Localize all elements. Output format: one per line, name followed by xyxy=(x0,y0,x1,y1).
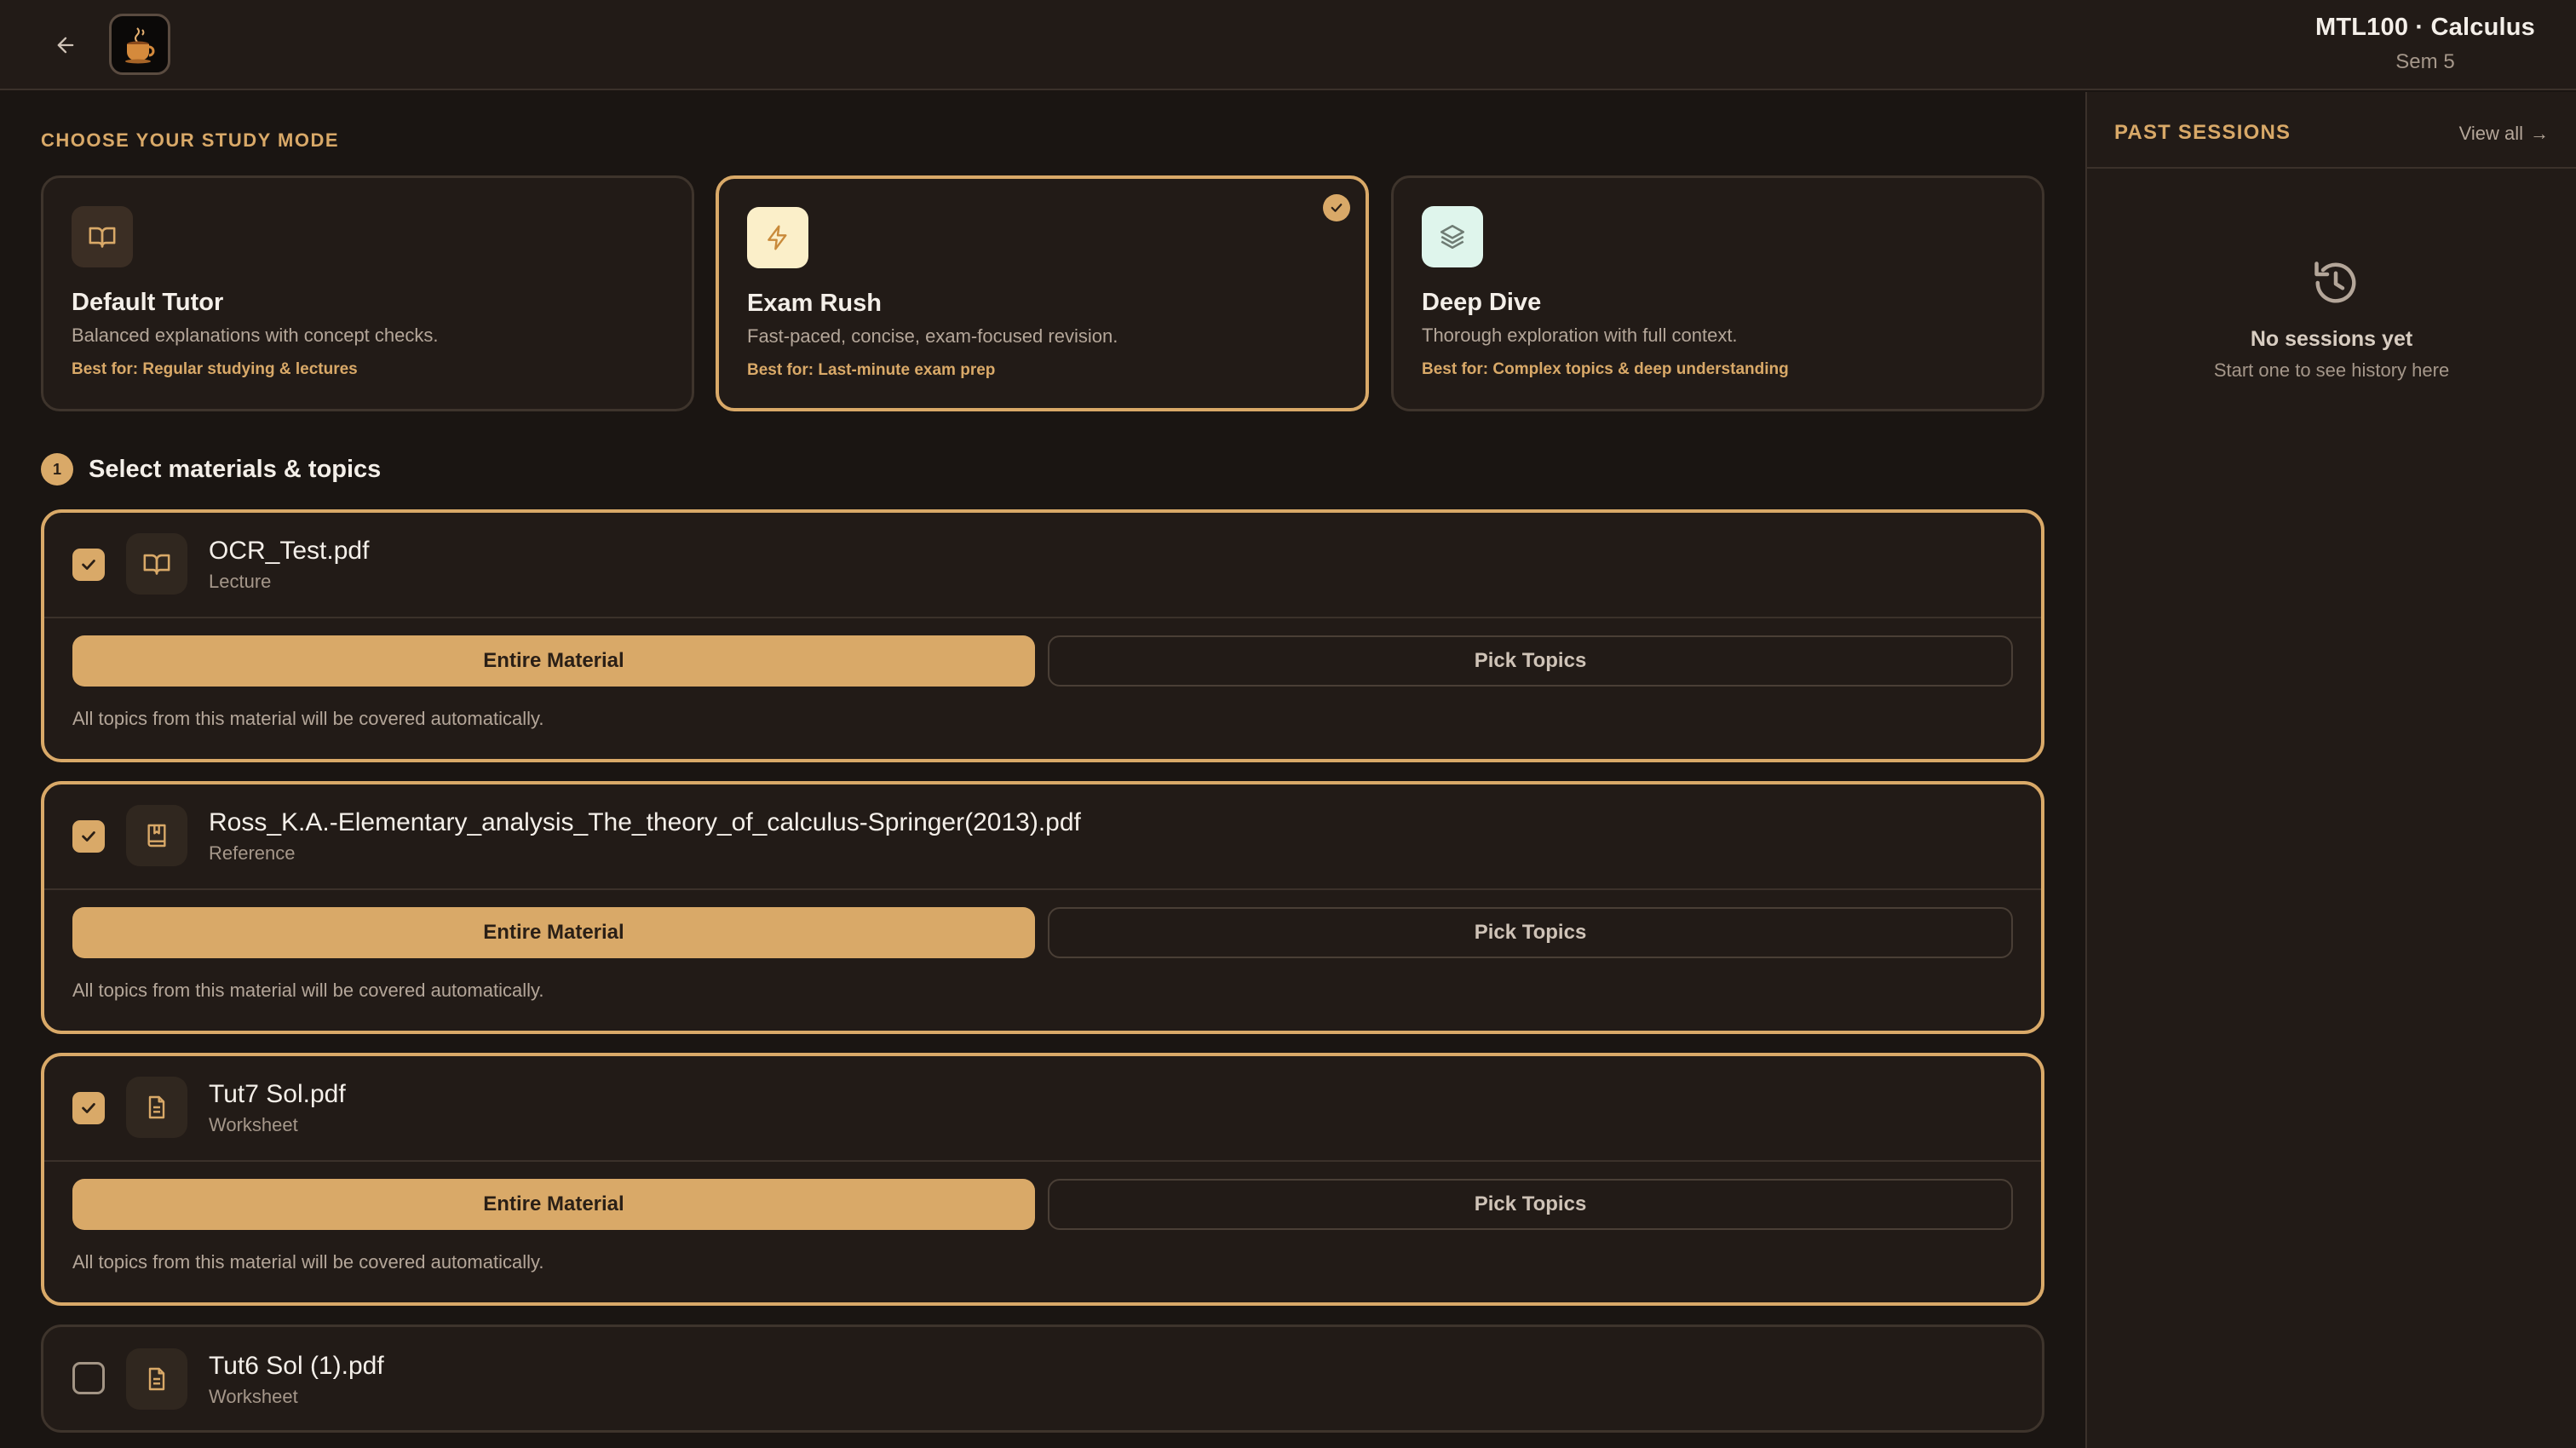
course-info: MTL100 · Calculus Sem 5 xyxy=(2315,14,2535,74)
mode-description: Balanced explanations with concept check… xyxy=(72,325,439,346)
mode-title: Deep Dive xyxy=(1422,289,1542,316)
material-name: OCR_Test.pdf xyxy=(209,537,370,565)
view-all-label: View all xyxy=(2458,123,2523,144)
material-type: Lecture xyxy=(209,571,272,592)
history-icon xyxy=(2310,257,2361,308)
divider xyxy=(44,888,2041,890)
study-mode-heading: CHOOSE YOUR STUDY MODE xyxy=(41,129,340,151)
coverage-note: All topics from this material will be co… xyxy=(72,1251,544,1273)
course-title: MTL100 · Calculus xyxy=(2314,14,2535,41)
pick-topics-button[interactable]: Pick Topics xyxy=(1048,1179,2013,1230)
step-title: Select materials & topics xyxy=(89,455,382,483)
material-type: Worksheet xyxy=(209,1386,298,1407)
material-card: Ross_K.A.-Elementary_analysis_The_theory… xyxy=(41,781,2044,1034)
mode-card-deep-dive[interactable]: Deep Dive Thorough exploration with full… xyxy=(1391,175,2044,411)
material-type: Reference xyxy=(209,842,296,864)
book-open-icon xyxy=(88,222,117,251)
mode-best-for: Best for: Regular studying & lectures xyxy=(72,360,358,378)
material-card: Tut7 Sol.pdf Worksheet Entire Material P… xyxy=(41,1053,2044,1306)
entire-material-button[interactable]: Entire Material xyxy=(72,907,1035,958)
bookmark-book-icon xyxy=(126,805,187,866)
course-semester: Sem 5 xyxy=(2395,50,2455,73)
pick-topics-button[interactable]: Pick Topics xyxy=(1048,635,2013,687)
mode-card-exam-rush[interactable]: Exam Rush Fast-paced, concise, exam-focu… xyxy=(716,175,1369,411)
divider xyxy=(44,1160,2041,1162)
material-header[interactable]: Tut6 Sol (1).pdf Worksheet xyxy=(43,1327,2042,1430)
material-card: OCR_Test.pdf Lecture Entire Material Pic… xyxy=(41,509,2044,762)
main-content: CHOOSE YOUR STUDY MODE Default Tutor Bal… xyxy=(0,92,2085,1448)
divider xyxy=(44,617,2041,618)
empty-state-title: No sessions yet xyxy=(2250,327,2413,351)
material-card: Tut6 Sol (1).pdf Worksheet xyxy=(41,1324,2044,1433)
entire-material-button[interactable]: Entire Material xyxy=(72,1179,1035,1230)
material-checkbox[interactable] xyxy=(72,1362,105,1394)
pick-topics-button[interactable]: Pick Topics xyxy=(1048,907,2013,958)
coverage-note: All topics from this material will be co… xyxy=(72,980,544,1001)
back-button[interactable] xyxy=(44,24,87,66)
material-name: Ross_K.A.-Elementary_analysis_The_theory… xyxy=(209,808,1081,836)
view-all-link[interactable]: View all → xyxy=(2459,123,2549,145)
layers-icon xyxy=(1438,222,1467,251)
selected-check-icon xyxy=(1323,194,1350,221)
app-logo[interactable] xyxy=(109,14,170,75)
material-header[interactable]: OCR_Test.pdf Lecture xyxy=(44,513,2041,617)
mode-description: Fast-paced, concise, exam-focused revisi… xyxy=(747,325,1118,347)
materials-step-heading: 1 Select materials & topics xyxy=(41,453,381,486)
panel-title: PAST SESSIONS xyxy=(2114,121,2291,144)
material-header[interactable]: Ross_K.A.-Elementary_analysis_The_theory… xyxy=(44,784,2041,888)
book-open-icon xyxy=(126,533,187,595)
material-checkbox[interactable] xyxy=(72,820,105,853)
mode-description: Thorough exploration with full context. xyxy=(1422,325,1738,346)
document-icon xyxy=(126,1077,187,1138)
entire-material-button[interactable]: Entire Material xyxy=(72,635,1035,687)
step-number-badge: 1 xyxy=(41,453,73,486)
empty-state-subtitle: Start one to see history here xyxy=(2213,359,2450,381)
material-name: Tut7 Sol.pdf xyxy=(209,1080,346,1108)
past-sessions-panel: PAST SESSIONS View all → No sessions yet… xyxy=(2085,92,2576,1448)
document-icon xyxy=(126,1348,187,1410)
top-bar: MTL100 · Calculus Sem 5 xyxy=(0,0,2576,90)
arrow-right-icon: → xyxy=(2530,123,2549,144)
mode-title: Exam Rush xyxy=(747,290,882,317)
coffee-cup-icon xyxy=(118,23,161,66)
material-name: Tut6 Sol (1).pdf xyxy=(209,1352,384,1380)
mode-best-for: Best for: Complex topics & deep understa… xyxy=(1422,360,1789,378)
panel-header: PAST SESSIONS View all → xyxy=(2087,92,2576,169)
mode-icon-container xyxy=(72,206,133,267)
coverage-note: All topics from this material will be co… xyxy=(72,708,544,729)
mode-icon-container xyxy=(1422,206,1483,267)
material-checkbox[interactable] xyxy=(72,549,105,581)
mode-best-for: Best for: Last-minute exam prep xyxy=(747,361,996,379)
material-header[interactable]: Tut7 Sol.pdf Worksheet xyxy=(44,1056,2041,1160)
arrow-left-icon xyxy=(54,33,78,57)
mode-icon-container xyxy=(747,207,808,268)
material-type: Worksheet xyxy=(209,1114,298,1135)
lightning-icon xyxy=(764,224,791,251)
mode-title: Default Tutor xyxy=(72,289,224,316)
material-checkbox[interactable] xyxy=(72,1092,105,1124)
mode-card-default-tutor[interactable]: Default Tutor Balanced explanations with… xyxy=(41,175,694,411)
